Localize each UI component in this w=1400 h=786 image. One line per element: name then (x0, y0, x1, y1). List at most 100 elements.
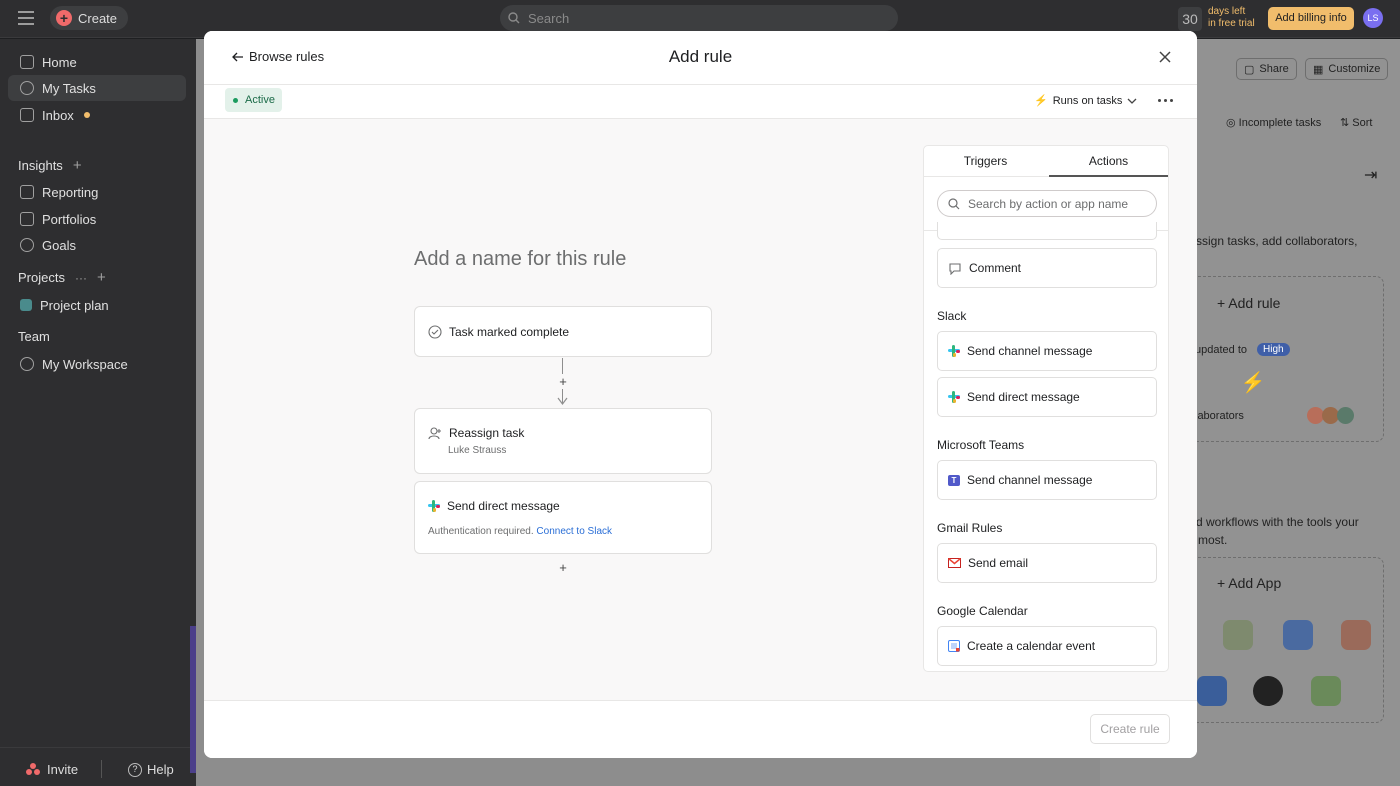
action-card-reassign[interactable]: Reassign task Luke Strauss (414, 408, 712, 474)
invite-button[interactable]: Invite (26, 762, 78, 777)
rule-name-input[interactable]: Add a name for this rule (414, 248, 626, 271)
add-rule-label: Add rule (1228, 295, 1281, 311)
sidebar-item-label: My Workspace (42, 356, 128, 372)
sidebar-item-goals[interactable]: Goals (8, 232, 186, 258)
auth-notice: Authentication required. Connect to Slac… (415, 526, 711, 537)
gmail-icon (948, 558, 961, 568)
runs-on-label: Runs on tasks (1052, 94, 1123, 107)
action-item-slack-direct[interactable]: Send direct message (937, 377, 1157, 417)
sidebar-item-label: Goals (42, 237, 76, 253)
collaborator-avatars (1307, 407, 1359, 425)
create-rule-button[interactable]: Create rule (1090, 714, 1170, 744)
filter-label: Incomplete tasks (1238, 117, 1322, 129)
sidebar-item-reporting[interactable]: Reporting (8, 179, 186, 205)
sort-button[interactable]: ⇅ Sort (1340, 116, 1372, 129)
modal-title: Add rule (668, 47, 733, 66)
sidebar-item-my-workspace[interactable]: My Workspace (8, 351, 186, 377)
trial-days-count: 30 (1178, 7, 1202, 31)
github-app-icon[interactable] (1253, 676, 1283, 706)
action-item-gmail-send[interactable]: Send email (937, 543, 1157, 583)
panel-tabs: Triggers Actions (924, 146, 1168, 177)
more-options-icon[interactable] (1158, 99, 1173, 102)
action-card-slack-message[interactable]: Send direct message Authentication requi… (414, 481, 712, 554)
tab-triggers[interactable]: Triggers (924, 154, 1047, 168)
action-label: Send direct message (967, 390, 1080, 404)
action-item-gcal-event[interactable]: Create a calendar event (937, 626, 1157, 666)
share-button[interactable]: ▢ Share (1236, 58, 1297, 80)
add-action-icon[interactable]: + (557, 561, 569, 574)
plus-icon: + (1217, 295, 1229, 311)
trigger-card[interactable]: Task marked complete (414, 306, 712, 357)
sidebar-item-inbox[interactable]: Inbox (8, 102, 186, 128)
team-header: Team (18, 329, 50, 344)
sidebar-item-project-plan[interactable]: Project plan (8, 292, 186, 318)
projects-header: Projects ··· + (18, 269, 106, 286)
action-label: Send channel message (967, 473, 1093, 487)
action-item-slack-channel[interactable]: Send channel message (937, 331, 1157, 371)
connect-slack-link[interactable]: Connect to Slack (536, 526, 612, 537)
dropbox-app-icon[interactable] (1283, 620, 1313, 650)
incomplete-tasks-filter[interactable]: ◎ Incomplete tasks (1226, 116, 1321, 129)
more-icon[interactable]: ··· (75, 271, 87, 285)
slack-icon (948, 391, 960, 403)
modal-header: Browse rules Add rule (204, 31, 1197, 85)
zoom-app-icon[interactable] (1197, 676, 1227, 706)
action-search-input[interactable]: Search by action or app name (937, 190, 1157, 217)
action-item-partial[interactable] (937, 222, 1157, 240)
insights-header: Insights + (18, 157, 82, 174)
sidebar-item-my-tasks[interactable]: My Tasks (8, 75, 186, 101)
status-badge[interactable]: Active (225, 88, 282, 112)
people-icon (20, 357, 34, 371)
create-button[interactable]: + Create (50, 6, 128, 30)
close-icon[interactable] (1158, 50, 1172, 64)
collapse-pane-icon[interactable]: ⇥ (1364, 165, 1377, 185)
home-icon (20, 55, 34, 69)
figma-app-icon[interactable] (1341, 620, 1371, 650)
help-label: Help (147, 762, 174, 777)
chevron-down-icon (1127, 98, 1137, 104)
google-drive-app-icon[interactable] (1311, 676, 1341, 706)
chart-icon (20, 185, 34, 199)
check-circle-icon (20, 81, 34, 95)
add-insight-icon[interactable]: + (73, 157, 82, 174)
add-app-link[interactable]: + Add App (1217, 575, 1281, 591)
lightning-icon: ⚡ (1034, 95, 1048, 107)
action-label: Create a calendar event (967, 639, 1096, 653)
share-label: Share (1259, 63, 1289, 75)
action-item-teams-channel[interactable]: T Send channel message (937, 460, 1157, 500)
lock-icon: ▢ (1244, 63, 1255, 76)
slack-app-icon[interactable] (1223, 620, 1253, 650)
add-step-icon[interactable]: + (557, 375, 569, 388)
global-search-input[interactable]: Search (500, 5, 898, 31)
add-project-icon[interactable]: + (97, 269, 106, 286)
sidebar-item-label: Project plan (40, 297, 109, 313)
menu-icon[interactable] (18, 11, 34, 25)
add-billing-button[interactable]: Add billing info (1268, 7, 1354, 30)
help-icon: ? (128, 762, 142, 777)
add-rule-link[interactable]: + Add rule (1217, 295, 1280, 311)
bell-icon (20, 108, 34, 122)
section-label: Insights (18, 158, 63, 173)
sidebar-item-home[interactable]: Home (8, 49, 186, 75)
help-button[interactable]: ? Help (128, 762, 174, 777)
microsoft-teams-icon: T (948, 474, 960, 486)
person-icon (20, 238, 34, 252)
search-icon (948, 197, 960, 209)
action-item-comment[interactable]: Comment (937, 248, 1157, 288)
trial-line-1: days left (1208, 6, 1246, 17)
modal-footer: Create rule (204, 700, 1197, 758)
user-avatar[interactable]: LS (1363, 8, 1383, 28)
plus-icon: + (56, 10, 72, 26)
sidebar-footer: Invite ? Help (0, 747, 196, 786)
tab-actions[interactable]: Actions (1047, 154, 1168, 168)
action-title: Reassign task (449, 426, 525, 440)
customize-button[interactable]: ▦ Customize (1305, 58, 1389, 80)
group-microsoft-teams: Microsoft Teams (937, 438, 1025, 452)
action-label: Send channel message (967, 344, 1093, 358)
sidebar-item-label: Home (42, 54, 77, 70)
runs-on-dropdown[interactable]: ⚡ Runs on tasks (1034, 94, 1137, 107)
search-placeholder: Search (528, 10, 570, 26)
slack-icon (948, 345, 960, 357)
sidebar-item-portfolios[interactable]: Portfolios (8, 206, 186, 232)
sidebar-item-label: My Tasks (42, 80, 96, 96)
